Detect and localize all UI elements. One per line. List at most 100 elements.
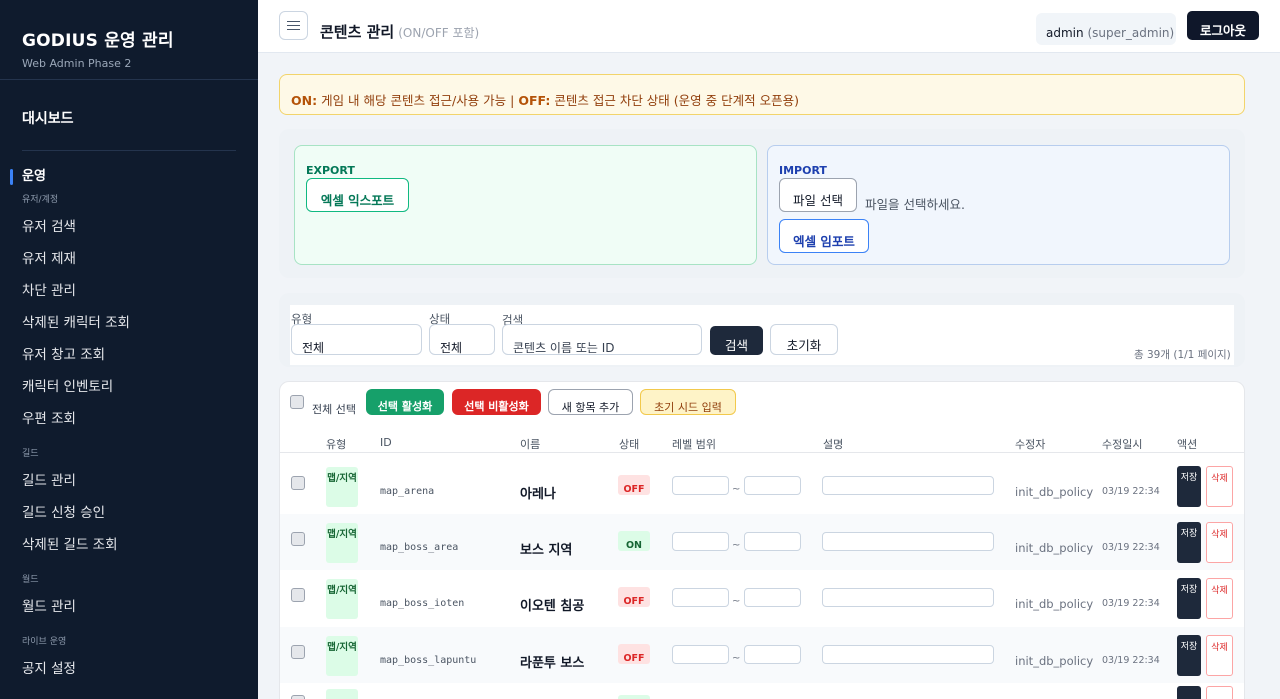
content-name: 이오텐 침공 <box>520 599 585 614</box>
sidebar-item-user-storage[interactable]: 유저 창고 조회 <box>0 339 258 371</box>
level-min-input[interactable] <box>672 476 729 495</box>
sidebar-group-live: 라이브 운영 <box>22 637 67 647</box>
user-role: (super_admin) <box>1087 26 1175 40</box>
hamburger-icon <box>287 21 300 30</box>
table-row: 맵/지역 map_arena 아레나 OFF ~ init_db_policy … <box>280 458 1244 514</box>
type-badge: 맵/지역 <box>326 579 358 619</box>
delete-button[interactable] <box>1206 686 1233 699</box>
deactivate-selected-button[interactable]: 선택 비활성화 <box>452 389 541 415</box>
description-input[interactable] <box>822 588 994 607</box>
content-id: map_boss_lapuntu <box>380 655 477 666</box>
column-header-modified-at: 수정일시 <box>1102 438 1143 451</box>
row-checkbox[interactable] <box>291 695 305 699</box>
save-button[interactable] <box>1177 686 1201 699</box>
modifier: init_db_policy <box>1015 541 1094 555</box>
type-badge: 맵/지역 <box>326 467 358 507</box>
range-separator: ~ <box>732 540 741 551</box>
delete-button[interactable]: 삭제 <box>1206 578 1233 619</box>
notice-on-text: 게임 내 해당 콘텐츠 접근/사용 가능 <box>321 93 507 108</box>
save-button[interactable]: 저장 <box>1177 466 1201 507</box>
level-min-input[interactable] <box>672 532 729 551</box>
add-item-button[interactable]: 새 항목 추가 <box>548 389 633 415</box>
activate-selected-button[interactable]: 선택 활성화 <box>366 389 444 415</box>
select-all-label: 전체 선택 <box>312 403 356 416</box>
seed-input-button[interactable]: 초기 시드 입력 <box>640 389 736 415</box>
brand: GODIUS 운영 관리 Web Admin Phase 2 <box>0 0 258 80</box>
type-select[interactable]: 전체 <box>291 324 422 355</box>
sidebar-item-guild-approve[interactable]: 길드 신청 승인 <box>0 497 258 529</box>
description-input[interactable] <box>822 476 994 495</box>
modified-time: 03/19 22:34 <box>1102 486 1160 497</box>
column-header-id: ID <box>380 436 392 449</box>
modifier: init_db_policy <box>1015 654 1094 668</box>
sidebar-item-block[interactable]: 차단 관리 <box>0 275 258 307</box>
search-input[interactable]: 콘텐츠 이름 또는 ID <box>502 324 702 355</box>
current-user: admin (super_admin) <box>1036 13 1176 45</box>
range-separator: ~ <box>732 653 741 664</box>
notice-off-label: OFF: <box>518 93 551 108</box>
description-input[interactable] <box>822 532 994 551</box>
level-min-input[interactable] <box>672 645 729 664</box>
level-max-input[interactable] <box>744 532 801 551</box>
file-hint: 파일을 선택하세요. <box>865 197 965 212</box>
content-id: map_arena <box>380 486 435 497</box>
excel-export-button[interactable]: 엑셀 익스포트 <box>306 178 409 212</box>
select-all-checkbox[interactable] <box>290 395 304 409</box>
total-count: 총 39개 (1/1 페이지) <box>1134 349 1231 361</box>
sidebar-item-user-search[interactable]: 유저 검색 <box>0 211 258 243</box>
sidebar-item-character-inventory[interactable]: 캐릭터 인벤토리 <box>0 371 258 403</box>
brand-subtitle: Web Admin Phase 2 <box>22 57 132 70</box>
sidebar-item-mail[interactable]: 우편 조회 <box>0 403 258 435</box>
sidebar-item-world-manage[interactable]: 월드 관리 <box>0 591 258 623</box>
sidebar-item-deleted-guilds[interactable]: 삭제된 길드 조회 <box>0 529 258 561</box>
save-button[interactable]: 저장 <box>1177 578 1201 619</box>
modified-time: 03/19 22:34 <box>1102 598 1160 609</box>
export-label: EXPORT <box>306 164 355 177</box>
modified-time: 03/19 22:34 <box>1102 542 1160 553</box>
search-button[interactable]: 검색 <box>710 326 763 355</box>
reset-button[interactable]: 초기화 <box>770 324 838 355</box>
level-max-input[interactable] <box>744 588 801 607</box>
delete-button[interactable]: 삭제 <box>1206 635 1233 676</box>
notice-off-text: 콘텐츠 접근 차단 상태 (운영 중 단계적 오픈용) <box>554 93 799 108</box>
save-button[interactable]: 저장 <box>1177 635 1201 676</box>
status-toggle[interactable]: OFF <box>618 587 650 607</box>
table-row: 맵/지역 map_boss_area 보스 지역 ON ~ init_db_po… <box>280 514 1244 570</box>
modifier: init_db_policy <box>1015 597 1094 611</box>
sidebar-item-guild-manage[interactable]: 길드 관리 <box>0 465 258 497</box>
delete-button[interactable]: 삭제 <box>1206 466 1233 507</box>
excel-import-button[interactable]: 엑셀 임포트 <box>779 219 869 253</box>
sidebar-item-dashboard[interactable]: 대시보드 <box>22 108 236 144</box>
sidebar-item-deleted-characters[interactable]: 삭제된 캐릭터 조회 <box>0 307 258 339</box>
type-badge: 맵/지역 <box>326 636 358 676</box>
description-input[interactable] <box>822 645 994 664</box>
row-checkbox[interactable] <box>291 645 305 659</box>
level-min-input[interactable] <box>672 588 729 607</box>
status-toggle[interactable]: ON <box>618 531 650 551</box>
menu-toggle-button[interactable] <box>279 11 308 40</box>
delete-button[interactable]: 삭제 <box>1206 522 1233 563</box>
status-toggle[interactable]: OFF <box>618 644 650 664</box>
page-title-sub: (ON/OFF 포함) <box>398 26 480 40</box>
row-checkbox[interactable] <box>291 532 305 546</box>
level-max-input[interactable] <box>744 476 801 495</box>
sidebar-section-operation[interactable]: 운영 <box>0 165 258 189</box>
user-name: admin <box>1046 26 1084 40</box>
notice-separator: | <box>510 93 515 108</box>
sidebar-item-notice[interactable]: 공지 설정 <box>0 653 258 685</box>
export-box: EXPORT 엑셀 익스포트 <box>294 145 757 265</box>
sidebar-item-user-sanction[interactable]: 유저 제재 <box>0 243 258 275</box>
sidebar-group-guild: 길드 <box>22 449 39 459</box>
status-toggle[interactable] <box>618 695 650 699</box>
logout-button[interactable]: 로그아웃 <box>1187 11 1259 40</box>
top-header: 콘텐츠 관리 (ON/OFF 포함) admin (super_admin) 로그… <box>258 0 1280 53</box>
status-select[interactable]: 전체 <box>429 324 495 355</box>
row-checkbox[interactable] <box>291 588 305 602</box>
row-checkbox[interactable] <box>291 476 305 490</box>
save-button[interactable]: 저장 <box>1177 522 1201 563</box>
file-select-button[interactable]: 파일 선택 <box>779 178 857 212</box>
sidebar-group-user: 유저/계정 <box>22 195 59 205</box>
level-max-input[interactable] <box>744 645 801 664</box>
status-toggle[interactable]: OFF <box>618 475 650 495</box>
sidebar-divider <box>22 150 236 151</box>
